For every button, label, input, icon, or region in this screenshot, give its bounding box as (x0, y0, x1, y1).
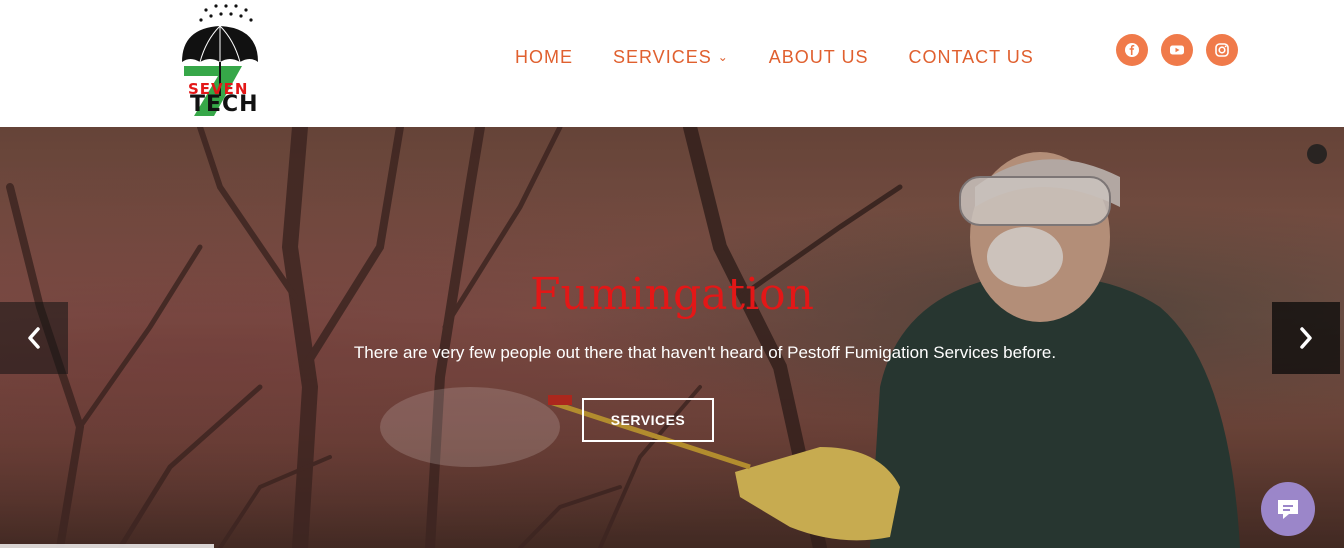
facebook-icon (1125, 43, 1139, 57)
logo-text-tech: TECH (190, 92, 259, 117)
chevron-down-icon: ⌄ (717, 50, 729, 64)
chevron-right-icon (1300, 327, 1312, 349)
chat-icon (1278, 500, 1298, 519)
hero-background-image (0, 127, 1344, 548)
chevron-left-icon (28, 327, 40, 349)
youtube-link[interactable] (1161, 34, 1193, 66)
services-button[interactable]: SERVICES (582, 398, 714, 442)
nav-item-services-label: SERVICES (613, 47, 712, 67)
slider-indicator[interactable] (1307, 144, 1327, 164)
facebook-link[interactable] (1116, 34, 1148, 66)
nav-item-about-us[interactable]: ABOUT US (769, 46, 869, 68)
bottom-bar (0, 544, 214, 548)
site-header: SEVEN TECH HOME SERVICES ⌄ ABOUT US CONTA… (0, 0, 1344, 127)
instagram-link[interactable] (1206, 34, 1238, 66)
slider-next-button[interactable] (1272, 302, 1340, 374)
chat-widget-button[interactable] (1261, 482, 1315, 536)
main-nav: HOME SERVICES ⌄ ABOUT US CONTACT US (515, 46, 1034, 68)
slider-prev-button[interactable] (0, 302, 68, 374)
nav-item-services[interactable]: SERVICES ⌄ (613, 46, 729, 68)
nav-item-home[interactable]: HOME (515, 46, 573, 68)
site-logo[interactable]: SEVEN TECH (180, 0, 270, 120)
youtube-icon (1170, 45, 1184, 55)
hero-title: Fumingation (530, 269, 814, 320)
hero-slider: Fumingation There are very few people ou… (0, 127, 1344, 548)
instagram-icon (1215, 43, 1229, 57)
hero-subtitle: There are very few people out there that… (353, 343, 1057, 362)
social-links (1116, 34, 1238, 66)
nav-item-contact-us[interactable]: CONTACT US (908, 46, 1033, 68)
